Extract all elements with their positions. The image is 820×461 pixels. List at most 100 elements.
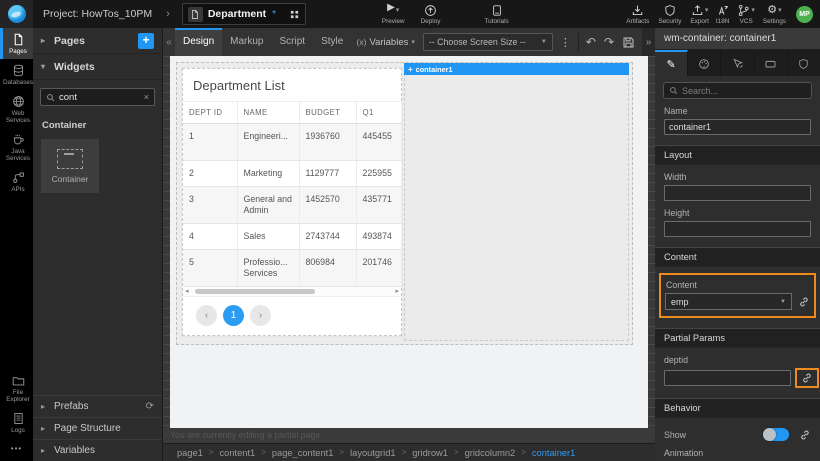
prefabs-section-header[interactable]: ▸ Prefabs ⟳ [33,395,162,417]
variables-section-header[interactable]: ▸ Variables [33,439,162,461]
pagination-next-button[interactable]: › [250,305,271,326]
horizontal-scrollbar[interactable]: ◂ ▸ [183,287,401,297]
widgets-section-header[interactable]: ▾ Widgets [33,54,162,80]
undo-icon[interactable]: ↶ [586,35,596,49]
collapse-right-icon[interactable]: » [642,28,655,56]
behavior-section-header[interactable]: Behavior [655,398,820,418]
container-widget-tile[interactable]: Container [41,139,99,193]
tutorials-button[interactable]: Tutorials [484,4,508,25]
scrollbar-thumb[interactable] [195,289,315,294]
tab-properties[interactable]: ✎ [655,50,688,76]
table-row[interactable]: 5 Professio... Services 806984 201746 [183,250,401,287]
security-button[interactable]: Security [658,4,681,25]
property-search-input[interactable] [682,86,806,96]
breadcrumb-layoutgrid1[interactable]: layoutgrid1 [350,448,395,458]
name-input[interactable] [664,119,811,135]
redo-icon[interactable]: ↷ [604,35,614,49]
partial-params-section-header[interactable]: Partial Params [655,328,820,348]
tab-style[interactable]: Style [313,28,351,56]
page-structure-section-header[interactable]: ▸ Page Structure [33,417,162,439]
rail-item-apis[interactable]: APIs [0,166,33,197]
tab-design[interactable]: Design [175,28,222,56]
cell: 3 [183,187,237,224]
rail-item-java-services[interactable]: Java Services [0,128,33,166]
height-input[interactable] [664,221,811,237]
tab-accessibility[interactable] [788,50,820,76]
rail-item-file-explorer[interactable]: File Explorer [0,369,33,407]
table-row[interactable]: 3 General and Admin 1452570 435771 [183,187,401,224]
pagination-page-1[interactable]: 1 [223,305,244,326]
show-toggle[interactable] [763,428,789,441]
rail-label: Pages [9,48,27,55]
tab-devices[interactable] [755,50,788,76]
scroll-left-icon[interactable]: ◂ [185,287,189,297]
collapse-left-icon[interactable]: « [163,37,175,48]
cell: 1129777 [299,161,356,187]
table-row[interactable]: 2 Marketing 1129777 225955 [183,161,401,187]
design-canvas[interactable]: Department List DEPT ID NAME BUDGET Q1 [170,56,648,428]
content-bind-link-icon[interactable] [798,296,810,308]
page-selector[interactable]: Department * [182,3,306,25]
width-input[interactable] [664,185,811,201]
breadcrumb-gridrow1[interactable]: gridrow1 [412,448,448,458]
property-search[interactable] [663,82,812,99]
clear-search-icon[interactable]: × [144,92,149,102]
department-table-widget[interactable]: Department List DEPT ID NAME BUDGET Q1 [182,68,402,336]
pagination-prev-button[interactable]: ‹ [196,305,217,326]
col-budget[interactable]: BUDGET [299,102,356,124]
selected-container-tag[interactable]: + container1 [404,63,629,75]
variables-menu[interactable]: (x) Variables ▾ [357,37,415,48]
more-options-icon[interactable]: ••• [0,438,33,461]
rail-item-pages[interactable]: Pages [0,28,33,59]
cell: 201746 [356,250,401,287]
widget-search-input[interactable] [59,92,140,103]
app-logo[interactable] [0,0,33,28]
breadcrumb-content1[interactable]: content1 [220,448,256,458]
pages-section-header[interactable]: ▸ Pages + [33,28,162,54]
layout-section-header[interactable]: Layout [655,145,820,165]
artifacts-button[interactable]: Artifacts [626,4,649,25]
save-icon[interactable] [622,36,635,49]
add-page-button[interactable]: + [138,33,154,49]
tab-events[interactable] [721,50,754,76]
gridcolumn2-area[interactable] [404,63,629,341]
breadcrumb-gridcolumn2[interactable]: gridcolumn2 [465,448,516,458]
rail-item-databases[interactable]: Databases [0,59,33,90]
vcs-button[interactable]: ▾ VCS [737,4,755,25]
breadcrumb-page-content1[interactable]: page_content1 [272,448,334,458]
breadcrumb-container1[interactable]: container1 [532,448,575,458]
rail-item-web-services[interactable]: Web Services [0,90,33,128]
breadcrumb-page1[interactable]: page1 [177,448,203,458]
kebab-menu-icon[interactable]: ⋮ [560,36,571,49]
department-table[interactable]: DEPT ID NAME BUDGET Q1 1 Engineeri... [183,102,402,287]
deploy-button[interactable]: Deploy [421,4,441,25]
scroll-right-icon[interactable]: ▸ [395,287,399,297]
layoutgrid-outline[interactable]: Department List DEPT ID NAME BUDGET Q1 [176,62,633,345]
pages-grid-icon[interactable] [289,9,300,20]
widget-search[interactable]: × [40,88,155,106]
content-select[interactable]: emp ▼ [665,293,792,310]
user-avatar[interactable]: MP [796,6,813,23]
export-button[interactable]: ▾ Export [690,4,708,25]
tab-script[interactable]: Script [272,28,314,56]
deptid-input[interactable] [664,370,791,386]
center-area: « Design Markup Script Style (x) Variabl… [163,28,655,461]
col-name[interactable]: NAME [237,102,299,124]
tab-styles[interactable] [688,50,721,76]
col-q1[interactable]: Q1 [356,102,401,124]
deptid-bind-link-icon[interactable] [801,372,813,384]
col-dept-id[interactable]: DEPT ID [183,102,237,124]
preview-button[interactable]: ▶▾ Preview [382,4,405,25]
i18n-button[interactable]: I18N [716,4,730,25]
rail-item-logs[interactable]: Logs [0,407,33,438]
settings-button[interactable]: ⚙▾ Settings [763,4,786,25]
cell: 2 [183,161,237,187]
table-row[interactable]: 4 Sales 2743744 493874 [183,224,401,250]
table-row[interactable]: 1 Engineeri... 1936760 445455 [183,124,401,161]
show-bind-link-icon[interactable] [799,429,811,441]
refresh-icon[interactable]: ⟳ [146,401,154,412]
tab-markup[interactable]: Markup [222,28,271,56]
screen-size-select[interactable]: -- Choose Screen Size -- ▼ [423,33,553,51]
content-section-header[interactable]: Content [655,247,820,267]
page-structure-label: Page Structure [54,423,121,434]
